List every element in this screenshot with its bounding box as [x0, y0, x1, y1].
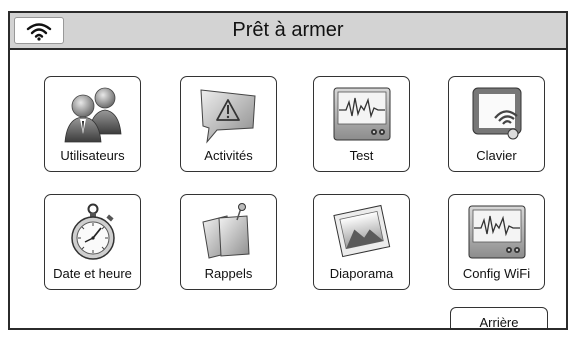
back-button[interactable]: Arrière: [450, 307, 548, 328]
tile-label: Test: [349, 148, 374, 163]
tile-label: Clavier: [476, 148, 517, 163]
tile-label: Utilisateurs: [60, 148, 125, 163]
tile-clavier[interactable]: Clavier: [448, 76, 545, 172]
tile-test[interactable]: Test: [313, 76, 410, 172]
touch-screen: Prêt à armer Utilisateurs Activités Test…: [8, 11, 568, 330]
pinned-notes-icon: [201, 203, 250, 259]
tile-label: Activités: [204, 148, 253, 163]
tile-diaporama[interactable]: Diaporama: [313, 194, 410, 290]
title-bar: Prêt à armer: [10, 13, 566, 50]
tile-label: Date et heure: [53, 266, 132, 281]
tablet-wifi-icon: [472, 87, 521, 140]
users-icon: [64, 87, 121, 143]
alert-speech-bubble-icon: [199, 89, 256, 144]
tile-utilisateurs[interactable]: Utilisateurs: [44, 76, 141, 172]
heartbeat-monitor-icon: [333, 87, 390, 141]
heartbeat-monitor-icon: [468, 205, 525, 259]
stopwatch-icon: [70, 203, 115, 260]
tile-rappels[interactable]: Rappels: [180, 194, 277, 290]
tile-label: Diaporama: [329, 266, 394, 281]
page-title: Prêt à armer: [232, 19, 344, 41]
tile-label: Config WiFi: [462, 266, 531, 281]
wifi-icon: [26, 22, 52, 41]
wifi-button[interactable]: [14, 17, 64, 44]
photo-icon: [332, 204, 390, 258]
tile-activites[interactable]: Activités: [180, 76, 277, 172]
tile-config-wifi[interactable]: Config WiFi: [448, 194, 545, 290]
tile-label: Rappels: [204, 266, 253, 281]
tile-date-et-heure[interactable]: Date et heure: [44, 194, 141, 290]
